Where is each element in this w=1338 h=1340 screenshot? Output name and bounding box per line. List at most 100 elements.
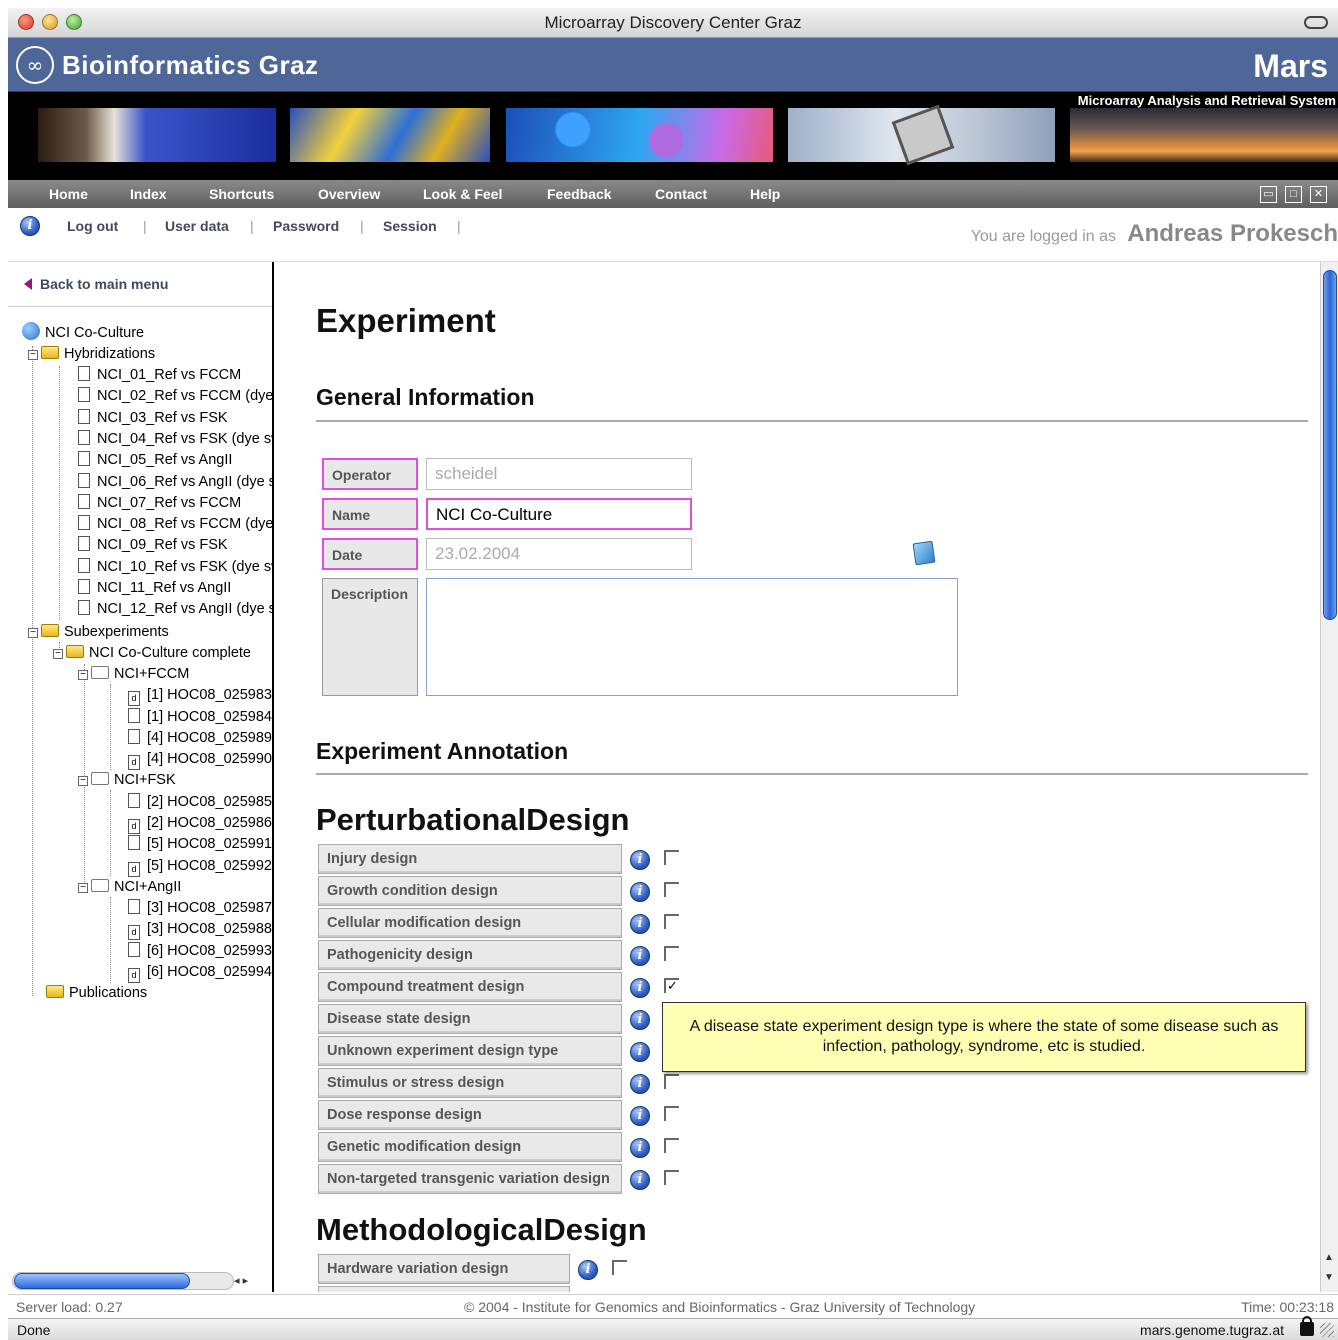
tree-folder-subexperiments[interactable]: − Subexperiments <box>28 622 169 643</box>
tree-item[interactable]: d [5] HOC08_025992 <box>128 856 272 877</box>
design-checkbox[interactable] <box>612 1260 627 1275</box>
info-icon[interactable]: i <box>630 1106 650 1126</box>
design-checkbox[interactable] <box>664 946 679 961</box>
scroll-arrows-icon[interactable]: ◂ ▸ <box>234 1274 248 1287</box>
tree-item[interactable]: [1] HOC08_025984 <box>128 707 272 728</box>
tree-item[interactable]: d [2] HOC08_025986 <box>128 813 272 834</box>
tree-folder-subexperiment[interactable]: − NCI Co-Culture complete <box>53 643 251 664</box>
tree-item[interactable]: NCI_11_Ref vs AngII <box>78 578 231 599</box>
tree-label: [3] HOC08_025988 <box>147 921 272 937</box>
nav-index[interactable]: Index <box>130 186 167 202</box>
tree-item[interactable]: NCI_05_Ref vs AngII <box>78 450 232 471</box>
collapse-icon[interactable]: − <box>28 350 38 360</box>
calendar-icon[interactable] <box>912 540 936 566</box>
document-icon <box>78 536 90 551</box>
tree-item[interactable]: NCI_07_Ref vs FCCM <box>78 493 241 514</box>
main-vertical-scrollbar[interactable]: ▲ ▼ <box>1320 262 1338 1292</box>
tree-item[interactable]: NCI_09_Ref vs FSK <box>78 535 228 556</box>
nav-shortcuts[interactable]: Shortcuts <box>209 186 274 202</box>
tree-group[interactable]: − NCI+AngII <box>78 877 181 898</box>
session-link[interactable]: Session <box>383 218 437 234</box>
info-icon[interactable]: i <box>630 1010 650 1030</box>
divider <box>316 420 1308 422</box>
scrollbar-thumb[interactable] <box>1323 270 1337 620</box>
design-checkbox[interactable] <box>664 1170 679 1185</box>
tree-item[interactable]: NCI_08_Ref vs FCCM (dye s <box>78 514 272 535</box>
tree-root[interactable]: NCI Co-Culture <box>22 322 144 343</box>
nav-contact[interactable]: Contact <box>655 186 707 202</box>
info-icon[interactable]: i <box>630 914 650 934</box>
tree-item[interactable]: NCI_04_Ref vs FSK (dye sw <box>78 429 272 450</box>
design-checkbox[interactable] <box>664 1138 679 1153</box>
dataset-icon: d <box>128 691 140 706</box>
maximize-frame-icon[interactable]: □ <box>1285 186 1302 203</box>
user-info-icon[interactable]: i <box>20 216 40 236</box>
nav-overview[interactable]: Overview <box>318 186 380 202</box>
collapse-icon[interactable]: − <box>78 883 88 893</box>
tree-folder-hybridizations[interactable]: − Hybridizations <box>28 344 155 365</box>
tree-item[interactable]: NCI_12_Ref vs AngII (dye s <box>78 599 272 620</box>
logout-link[interactable]: Log out <box>67 218 118 234</box>
info-icon[interactable]: i <box>630 1042 650 1062</box>
operator-field[interactable]: scheidel <box>426 458 692 490</box>
description-field[interactable] <box>426 578 958 696</box>
info-icon[interactable]: i <box>630 1138 650 1158</box>
scroll-down-icon[interactable]: ▼ <box>1324 1272 1334 1283</box>
name-field[interactable]: NCI Co-Culture <box>426 498 692 530</box>
tree-item[interactable]: [3] HOC08_025987 <box>128 898 272 919</box>
tree-item[interactable]: d [1] HOC08_025983 <box>128 685 272 706</box>
tree-item[interactable]: [4] HOC08_025989 <box>128 728 272 749</box>
fullscreen-frame-icon[interactable]: ✕ <box>1310 186 1327 203</box>
resize-grip-icon[interactable] <box>1320 1323 1334 1337</box>
sidebar-horizontal-scrollbar[interactable]: ◂ ▸ <box>8 1270 274 1292</box>
scroll-up-icon[interactable]: ▲ <box>1324 1252 1334 1263</box>
info-icon[interactable]: i <box>630 978 650 998</box>
restore-frame-icon[interactable]: ▭ <box>1260 186 1277 203</box>
toolbar-toggle-button[interactable] <box>1304 16 1328 29</box>
tree-group[interactable]: − NCI+FSK <box>78 770 176 791</box>
collapse-icon[interactable]: − <box>78 670 88 680</box>
tree-item[interactable]: d [6] HOC08_025994 <box>128 962 272 983</box>
tree-item[interactable]: NCI_01_Ref vs FCCM <box>78 365 241 386</box>
tree-item[interactable]: NCI_03_Ref vs FSK <box>78 408 228 429</box>
password-link[interactable]: Password <box>273 218 339 234</box>
back-to-main-menu-link[interactable]: Back to main menu <box>24 276 168 292</box>
nav-help[interactable]: Help <box>750 186 780 202</box>
tree-item[interactable]: d [4] HOC08_025990 <box>128 749 272 770</box>
user-nav: i Log out | User data | Password | Sessi… <box>8 208 1338 262</box>
date-field[interactable]: 23.02.2004 <box>426 538 692 570</box>
tree-item[interactable]: [2] HOC08_025985 <box>128 792 272 813</box>
info-icon[interactable]: i <box>630 850 650 870</box>
design-checkbox[interactable] <box>664 1074 679 1089</box>
tree-item[interactable]: d [3] HOC08_025988 <box>128 919 272 940</box>
design-label: Growth condition design <box>318 876 622 906</box>
tree-item[interactable]: NCI_06_Ref vs AngII (dye s <box>78 472 272 493</box>
tree-group[interactable]: − NCI+FCCM <box>78 664 189 685</box>
nav-home[interactable]: Home <box>49 186 88 202</box>
tree-item[interactable]: [6] HOC08_025993 <box>128 941 272 962</box>
document-icon <box>128 729 140 744</box>
collapse-icon[interactable]: − <box>53 649 63 659</box>
design-checkbox-checked[interactable]: ✓ <box>664 978 679 993</box>
design-checkbox[interactable] <box>664 1106 679 1121</box>
info-icon[interactable]: i <box>630 1074 650 1094</box>
tree-item[interactable]: NCI_10_Ref vs FSK (dye sw <box>78 557 272 578</box>
nav-feedback[interactable]: Feedback <box>547 186 612 202</box>
info-icon[interactable]: i <box>630 946 650 966</box>
tree-label: [5] HOC08_025991 <box>147 836 272 852</box>
tree-item[interactable]: NCI_02_Ref vs FCCM (dye s <box>78 386 272 407</box>
collapse-icon[interactable]: − <box>28 628 38 638</box>
description-label: Description <box>322 578 418 696</box>
info-icon[interactable]: i <box>630 882 650 902</box>
tree-item[interactable]: [5] HOC08_025991 <box>128 834 272 855</box>
user-data-link[interactable]: User data <box>165 218 229 234</box>
info-icon[interactable]: i <box>630 1170 650 1190</box>
design-checkbox[interactable] <box>664 882 679 897</box>
design-checkbox[interactable] <box>664 850 679 865</box>
info-icon[interactable]: i <box>578 1260 598 1280</box>
nav-look-and-feel[interactable]: Look & Feel <box>423 186 502 202</box>
scrollbar-thumb[interactable] <box>14 1273 190 1289</box>
design-checkbox[interactable] <box>664 914 679 929</box>
collapse-icon[interactable]: − <box>78 776 88 786</box>
tree-folder-publications[interactable]: Publications <box>46 983 147 1004</box>
